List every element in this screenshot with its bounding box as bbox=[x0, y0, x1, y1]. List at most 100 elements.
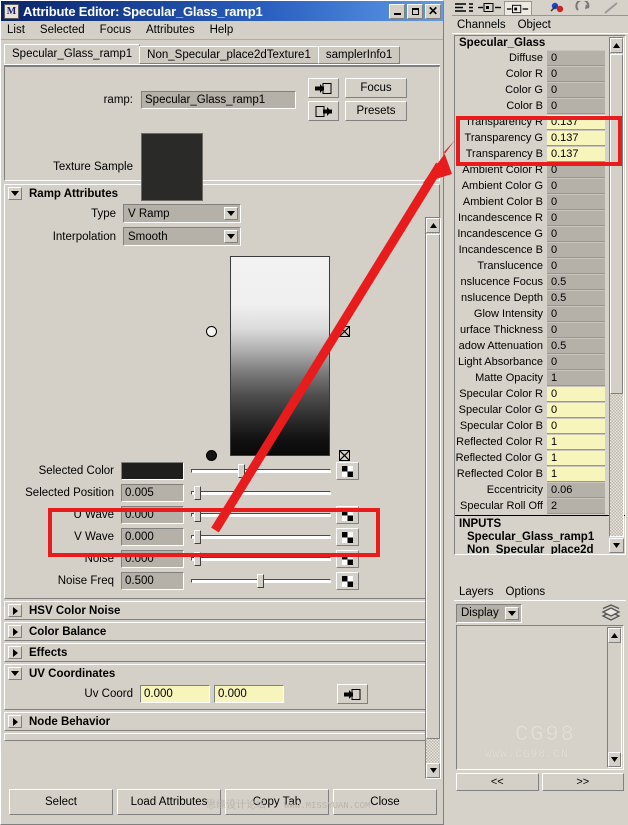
node-name-field[interactable]: Specular_Glass_ramp1 bbox=[141, 91, 296, 109]
channel-value[interactable]: 1 bbox=[547, 466, 605, 482]
channel-row-eccentricity[interactable]: Eccentricity 0.06 bbox=[455, 482, 625, 498]
ramp-delete-handle-top[interactable] bbox=[339, 326, 350, 337]
channel-row-specular-color-b[interactable]: Specular Color B 0 bbox=[455, 418, 625, 434]
channel-value[interactable]: 0.137 bbox=[547, 130, 605, 146]
u-wave-slider[interactable] bbox=[191, 506, 331, 524]
chevron-right-icon[interactable] bbox=[8, 646, 22, 659]
channel-value[interactable]: 0.5 bbox=[547, 338, 605, 354]
u-wave-field[interactable]: 0.000 bbox=[121, 506, 184, 524]
go-to-output-connection-button[interactable] bbox=[308, 101, 339, 121]
v-wave-map-button[interactable] bbox=[336, 528, 359, 546]
channel-box-toggle-icon[interactable] bbox=[454, 1, 474, 16]
effects-header[interactable]: Effects bbox=[5, 644, 439, 661]
slider-thumb[interactable] bbox=[194, 530, 201, 544]
new-layer-icon[interactable] bbox=[598, 602, 624, 624]
channel-value[interactable]: 0 bbox=[547, 322, 605, 338]
channel-row-transparency-r[interactable]: Transparency R 0.137 bbox=[455, 114, 625, 130]
channel-value[interactable]: 0 bbox=[547, 386, 605, 402]
slider-thumb[interactable] bbox=[194, 508, 201, 522]
channel-value[interactable]: 1 bbox=[547, 434, 605, 450]
channel-value[interactable]: 0 bbox=[547, 82, 605, 98]
menu-object[interactable]: Object bbox=[518, 19, 551, 31]
channel-row-ambient-color-r[interactable]: Ambient Color R 0 bbox=[455, 162, 625, 178]
menu-layers[interactable]: Layers bbox=[459, 586, 494, 598]
display-mode-dropdown[interactable]: Display bbox=[456, 604, 522, 623]
scroll-up-button[interactable] bbox=[608, 628, 621, 643]
node-behavior-frame[interactable]: Node Behavior bbox=[4, 712, 440, 731]
channel-value[interactable]: 0 bbox=[547, 306, 605, 322]
selected-color-slider[interactable] bbox=[191, 462, 331, 480]
channel-row-transparency-g[interactable]: Transparency G 0.137 bbox=[455, 130, 625, 146]
uv-coordinates-header[interactable]: UV Coordinates bbox=[5, 665, 439, 682]
scroll-up-button[interactable] bbox=[610, 38, 623, 53]
channel-row-transparency-b[interactable]: Transparency B 0.137 bbox=[455, 146, 625, 162]
render-region-icon[interactable] bbox=[602, 1, 624, 16]
channel-row-color-g[interactable]: Color G 0 bbox=[455, 82, 625, 98]
channel-row-color-b[interactable]: Color B 0 bbox=[455, 98, 625, 114]
channel-row-specular-roll-off[interactable]: Specular Roll Off 2 bbox=[455, 498, 625, 514]
uv-coord-v-field[interactable]: 0.000 bbox=[214, 685, 284, 703]
channel-value[interactable]: 0 bbox=[547, 354, 605, 370]
chevron-right-icon[interactable] bbox=[8, 625, 22, 638]
channel-value[interactable]: 0 bbox=[547, 162, 605, 178]
channel-row-translucence-focus[interactable]: nslucence Focus 0.5 bbox=[455, 274, 625, 290]
channel-row-ambient-color-b[interactable]: Ambient Color B 0 bbox=[455, 194, 625, 210]
chevron-down-icon[interactable] bbox=[8, 667, 22, 680]
noise-slider[interactable] bbox=[191, 550, 331, 568]
attribute-panel-scrollbar[interactable] bbox=[425, 217, 441, 779]
slider-thumb[interactable] bbox=[238, 464, 245, 478]
channel-row-reflected-color-r[interactable]: Reflected Color R 1 bbox=[455, 434, 625, 450]
maximize-button[interactable] bbox=[407, 4, 423, 19]
close-icon[interactable]: ✕ bbox=[425, 4, 441, 19]
channel-value[interactable]: 0 bbox=[547, 178, 605, 194]
texture-sample-swatch[interactable] bbox=[141, 133, 203, 201]
ramp-gradient-strip[interactable] bbox=[230, 256, 330, 456]
render-globals-icon[interactable] bbox=[548, 1, 570, 16]
chevron-right-icon[interactable] bbox=[8, 715, 22, 728]
channel-value[interactable]: 0.137 bbox=[547, 146, 605, 162]
channel-value[interactable]: 0 bbox=[547, 210, 605, 226]
next-page-button[interactable]: >> bbox=[542, 773, 625, 791]
menu-channels[interactable]: Channels bbox=[457, 19, 506, 31]
ramp-gradient-widget[interactable] bbox=[13, 246, 431, 458]
ramp-marker-handle-bottom[interactable] bbox=[206, 450, 217, 461]
menu-help[interactable]: Help bbox=[210, 24, 234, 36]
channel-box[interactable]: Specular_Glass Diffuse 0 Color R 0 Color… bbox=[454, 35, 626, 555]
v-wave-slider[interactable] bbox=[191, 528, 331, 546]
channel-box-scrollbar[interactable] bbox=[609, 37, 624, 537]
layer-list[interactable]: CG98 WWW.CG98.CN bbox=[456, 625, 624, 770]
ramp-delete-handle-bottom[interactable] bbox=[339, 450, 350, 461]
selected-color-map-button[interactable] bbox=[336, 462, 359, 480]
focus-button[interactable]: Focus bbox=[345, 78, 407, 98]
menu-attributes[interactable]: Attributes bbox=[146, 24, 195, 36]
prev-page-button[interactable]: << bbox=[456, 773, 539, 791]
ipr-render-icon[interactable] bbox=[574, 1, 596, 16]
selected-color-swatch[interactable] bbox=[121, 462, 184, 480]
type-dropdown[interactable]: V Ramp bbox=[123, 204, 241, 223]
channel-row-surface-thickness[interactable]: urface Thickness 0 bbox=[455, 322, 625, 338]
scrollbar-thumb[interactable] bbox=[426, 234, 440, 739]
channel-value[interactable]: 0 bbox=[547, 98, 605, 114]
selected-position-slider[interactable] bbox=[191, 484, 331, 502]
channel-value[interactable]: 0.5 bbox=[547, 290, 605, 306]
scroll-down-button[interactable] bbox=[608, 752, 621, 767]
minimize-button[interactable] bbox=[389, 4, 405, 19]
channel-row-matte-opacity[interactable]: Matte Opacity 1 bbox=[455, 370, 625, 386]
menu-options[interactable]: Options bbox=[506, 586, 546, 598]
channel-row-glow-intensity[interactable]: Glow Intensity 0 bbox=[455, 306, 625, 322]
channel-row-incandescence-g[interactable]: Incandescence G 0 bbox=[455, 226, 625, 242]
layer-list-scrollbar[interactable] bbox=[607, 627, 622, 768]
channel-row-specular-color-r[interactable]: Specular Color R 0 bbox=[455, 386, 625, 402]
channel-box-input-ramp[interactable]: Specular_Glass_ramp1 bbox=[455, 531, 625, 544]
noise-freq-field[interactable]: 0.500 bbox=[121, 572, 184, 590]
channel-value[interactable]: 0 bbox=[547, 418, 605, 434]
node-behavior-header[interactable]: Node Behavior bbox=[5, 713, 439, 730]
tab-non-specular-place2dtexture1[interactable]: Non_Specular_place2dTexture1 bbox=[139, 46, 319, 64]
channel-value[interactable]: 0.137 bbox=[547, 114, 605, 130]
channel-value[interactable]: 0 bbox=[547, 194, 605, 210]
channel-row-incandescence-r[interactable]: Incandescence R 0 bbox=[455, 210, 625, 226]
noise-freq-map-button[interactable] bbox=[336, 572, 359, 590]
channel-value[interactable]: 0 bbox=[547, 242, 605, 258]
scrollbar-thumb[interactable] bbox=[610, 54, 623, 394]
channel-row-reflected-color-g[interactable]: Reflected Color G 1 bbox=[455, 450, 625, 466]
